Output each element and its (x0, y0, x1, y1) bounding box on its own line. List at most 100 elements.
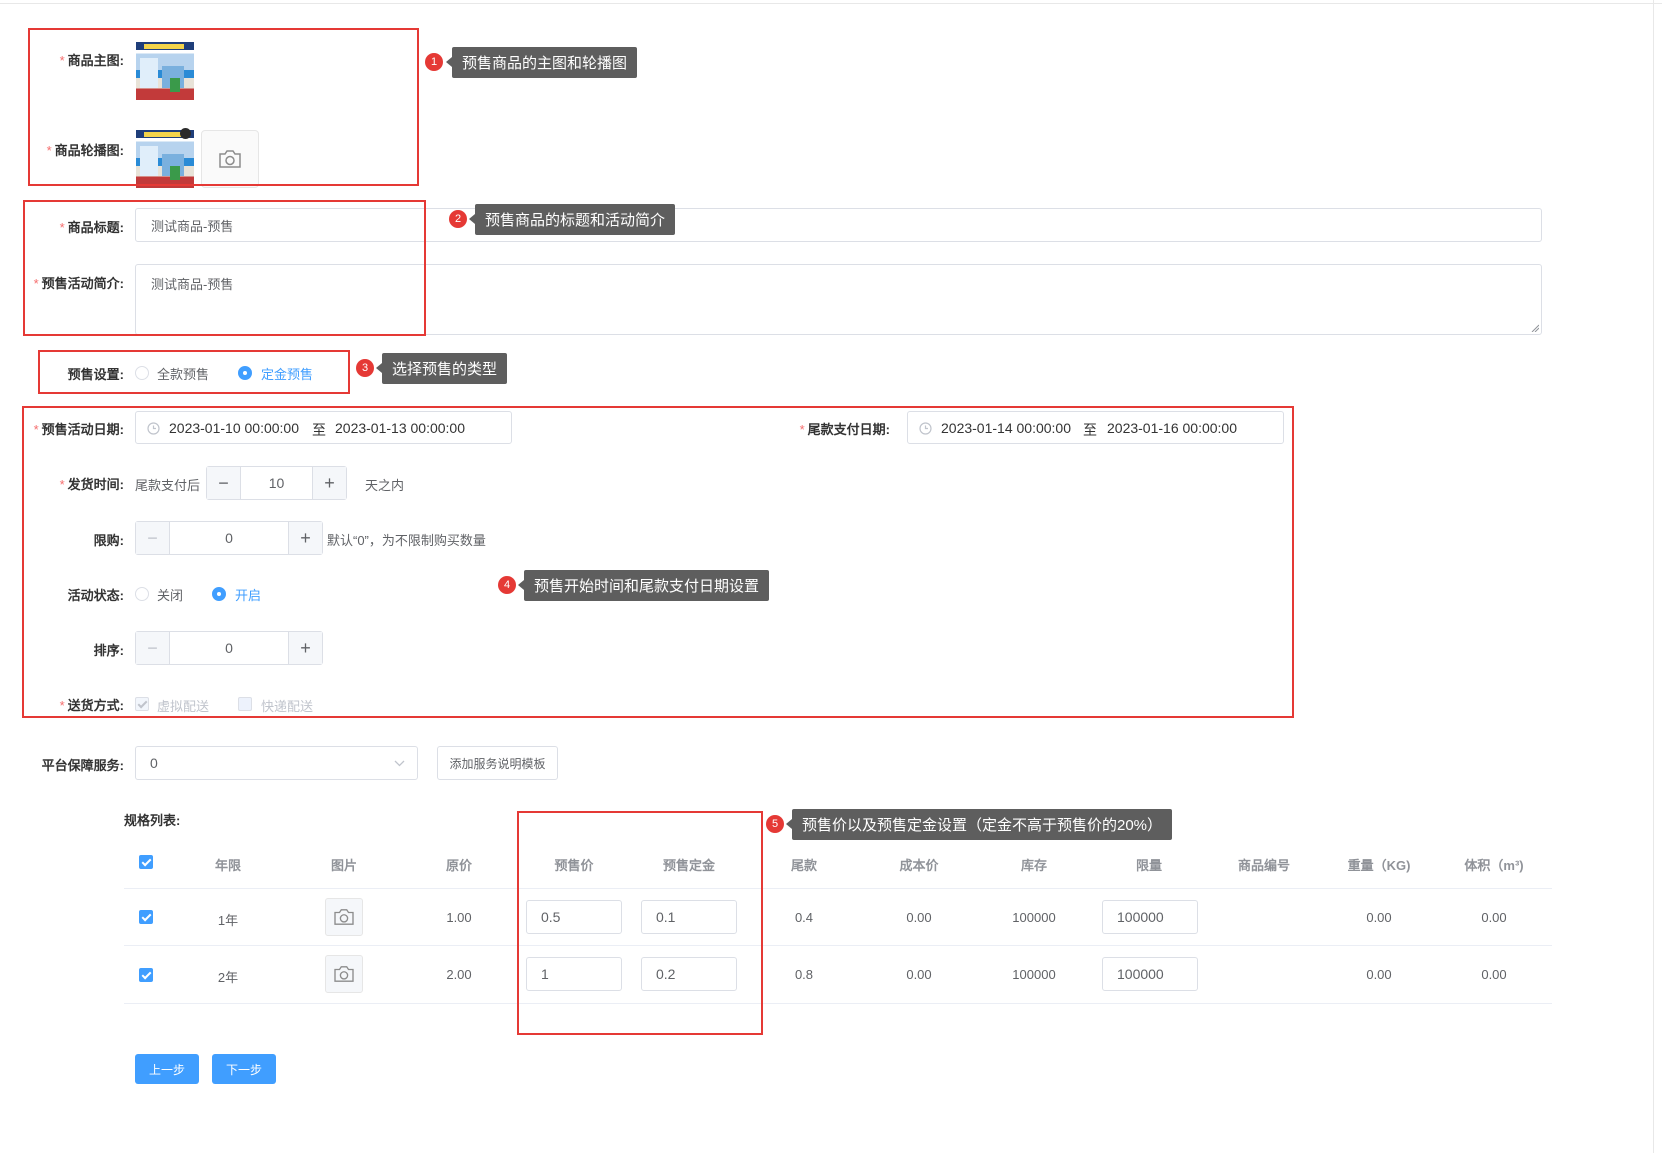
prev-step-button[interactable]: 上一步 (135, 1054, 199, 1084)
ship-suffix: 天之内 (365, 478, 405, 493)
guarantee-label: 平台保障服务: (41, 758, 124, 773)
sort-label: 排序: (93, 643, 124, 658)
th-deposit: 预售定金 (662, 858, 715, 873)
radio-status-off-label: 关闭 (157, 588, 184, 603)
cell-balance: 0.4 (794, 910, 814, 925)
annotation-tip-3: 选择预售的类型 (375, 353, 508, 384)
ship-days-value[interactable]: 10 (241, 467, 312, 499)
limit-increase-button[interactable]: + (288, 522, 322, 554)
th-limit: 限量 (1135, 858, 1162, 873)
th-image: 图片 (330, 858, 357, 873)
sort-stepper[interactable]: − 0 + (135, 631, 323, 665)
cell-weight: 0.00 (1366, 967, 1392, 982)
remove-image-icon[interactable] (180, 128, 191, 139)
annotation-box-4 (22, 406, 1294, 718)
cell-cost: 0.00 (906, 910, 932, 925)
camera-icon (219, 150, 241, 168)
carousel-upload-button[interactable] (201, 130, 259, 188)
final-pay-label: * 尾款支付日期: (799, 422, 890, 437)
ship-days-stepper[interactable]: − 10 + (206, 466, 347, 500)
th-code: 商品编号 (1237, 858, 1290, 873)
cell-price: 2.00 (446, 967, 472, 982)
cell-volume: 0.00 (1481, 910, 1507, 925)
sort-increase-button[interactable]: + (288, 632, 322, 664)
row-checkbox[interactable] (139, 968, 153, 982)
row-image-upload-button[interactable] (325, 898, 363, 936)
limit-input[interactable]: 100000 (1102, 957, 1198, 991)
limit-value[interactable]: 0 (170, 522, 288, 554)
th-balance: 尾款 (790, 858, 817, 873)
add-template-button[interactable]: 添加服务说明模板 (437, 746, 558, 780)
clock-icon (147, 422, 160, 435)
annotation-badge-3: 3 (356, 359, 374, 377)
select-all-checkbox[interactable] (139, 855, 153, 869)
limit-label: 限购: (93, 533, 124, 548)
spec-label: 规格列表: (124, 813, 181, 828)
guarantee-selected-value: 0 (150, 755, 158, 771)
annotation-tip-4: 预售开始时间和尾款支付日期设置 (517, 570, 770, 601)
clock-icon (919, 422, 932, 435)
th-price: 原价 (445, 858, 472, 873)
row-image-upload-button[interactable] (325, 955, 363, 993)
limit-stepper[interactable]: − 0 + (135, 521, 323, 555)
express-delivery-label: 快递配送 (261, 699, 314, 714)
range-separator: 至 (312, 422, 326, 438)
annotation-badge-4: 4 (498, 576, 516, 594)
activity-date-range[interactable]: 2023-01-10 00:00:00 至 2023-01-13 00:00:0… (135, 411, 512, 444)
range-separator: 至 (1083, 422, 1097, 438)
th-year: 年限 (214, 858, 241, 873)
camera-icon (334, 966, 354, 982)
ship-days-increase-button[interactable]: + (312, 467, 346, 499)
cell-stock: 100000 (1012, 967, 1056, 982)
ship-days-decrease-button[interactable]: − (207, 467, 241, 499)
cell-weight: 0.00 (1366, 910, 1392, 925)
limit-hint: 默认“0”，为不限制购买数量 (327, 533, 486, 548)
activity-end: 2023-01-13 00:00:00 (335, 420, 465, 436)
final-pay-date-range[interactable]: 2023-01-14 00:00:00 至 2023-01-16 00:00:0… (907, 411, 1284, 444)
radio-deposit[interactable] (238, 366, 252, 380)
delivery-label: * 送货方式: (59, 698, 124, 713)
radio-full-payment-label: 全款预售 (157, 367, 210, 382)
title-input[interactable]: 测试商品-预售 (135, 208, 1542, 242)
cell-stock: 100000 (1012, 910, 1056, 925)
main-image-thumbnail[interactable] (136, 42, 194, 100)
table-row-divider (124, 945, 1552, 946)
top-divider (0, 3, 1662, 4)
activity-date-label: * 预售活动日期: (33, 422, 124, 437)
chevron-down-icon (394, 760, 405, 767)
sort-value[interactable]: 0 (170, 632, 288, 664)
cell-year: 2年 (217, 970, 239, 985)
guarantee-select[interactable]: 0 (135, 746, 418, 780)
intro-label: * 预售活动简介: (33, 276, 124, 291)
annotation-tip-2: 预售商品的标题和活动简介 (468, 204, 676, 235)
deposit-input[interactable]: 0.1 (641, 900, 737, 934)
presale-setting-label: 预售设置: (67, 367, 124, 382)
deposit-input[interactable]: 0.2 (641, 957, 737, 991)
th-presale-price: 预售价 (554, 858, 594, 873)
final-end: 2023-01-16 00:00:00 (1107, 420, 1237, 436)
radio-status-on[interactable] (212, 587, 226, 601)
checkbox-express-delivery[interactable] (238, 697, 252, 711)
radio-full-payment[interactable] (135, 366, 149, 380)
status-label: 活动状态: (67, 588, 124, 603)
row-checkbox[interactable] (139, 910, 153, 924)
annotation-badge-2: 2 (449, 210, 467, 228)
carousel-label: * 商品轮播图: (46, 143, 124, 158)
radio-deposit-label: 定金预售 (261, 367, 314, 382)
limit-input[interactable]: 100000 (1102, 900, 1198, 934)
presale-price-input[interactable]: 1 (526, 957, 622, 991)
checkbox-virtual-delivery[interactable] (135, 697, 149, 711)
limit-decrease-button[interactable]: − (136, 522, 170, 554)
activity-start: 2023-01-10 00:00:00 (169, 420, 299, 436)
sort-decrease-button[interactable]: − (136, 632, 170, 664)
th-cost: 成本价 (899, 858, 939, 873)
intro-text: 测试商品-预售 (151, 277, 234, 292)
radio-status-on-label: 开启 (235, 588, 262, 603)
radio-status-off[interactable] (135, 587, 149, 601)
cell-year: 1年 (217, 913, 239, 928)
next-step-button[interactable]: 下一步 (212, 1054, 276, 1084)
right-divider (1653, 0, 1654, 1153)
resize-grip-icon[interactable] (1531, 324, 1539, 332)
intro-textarea[interactable]: 测试商品-预售 (135, 264, 1542, 335)
presale-price-input[interactable]: 0.5 (526, 900, 622, 934)
